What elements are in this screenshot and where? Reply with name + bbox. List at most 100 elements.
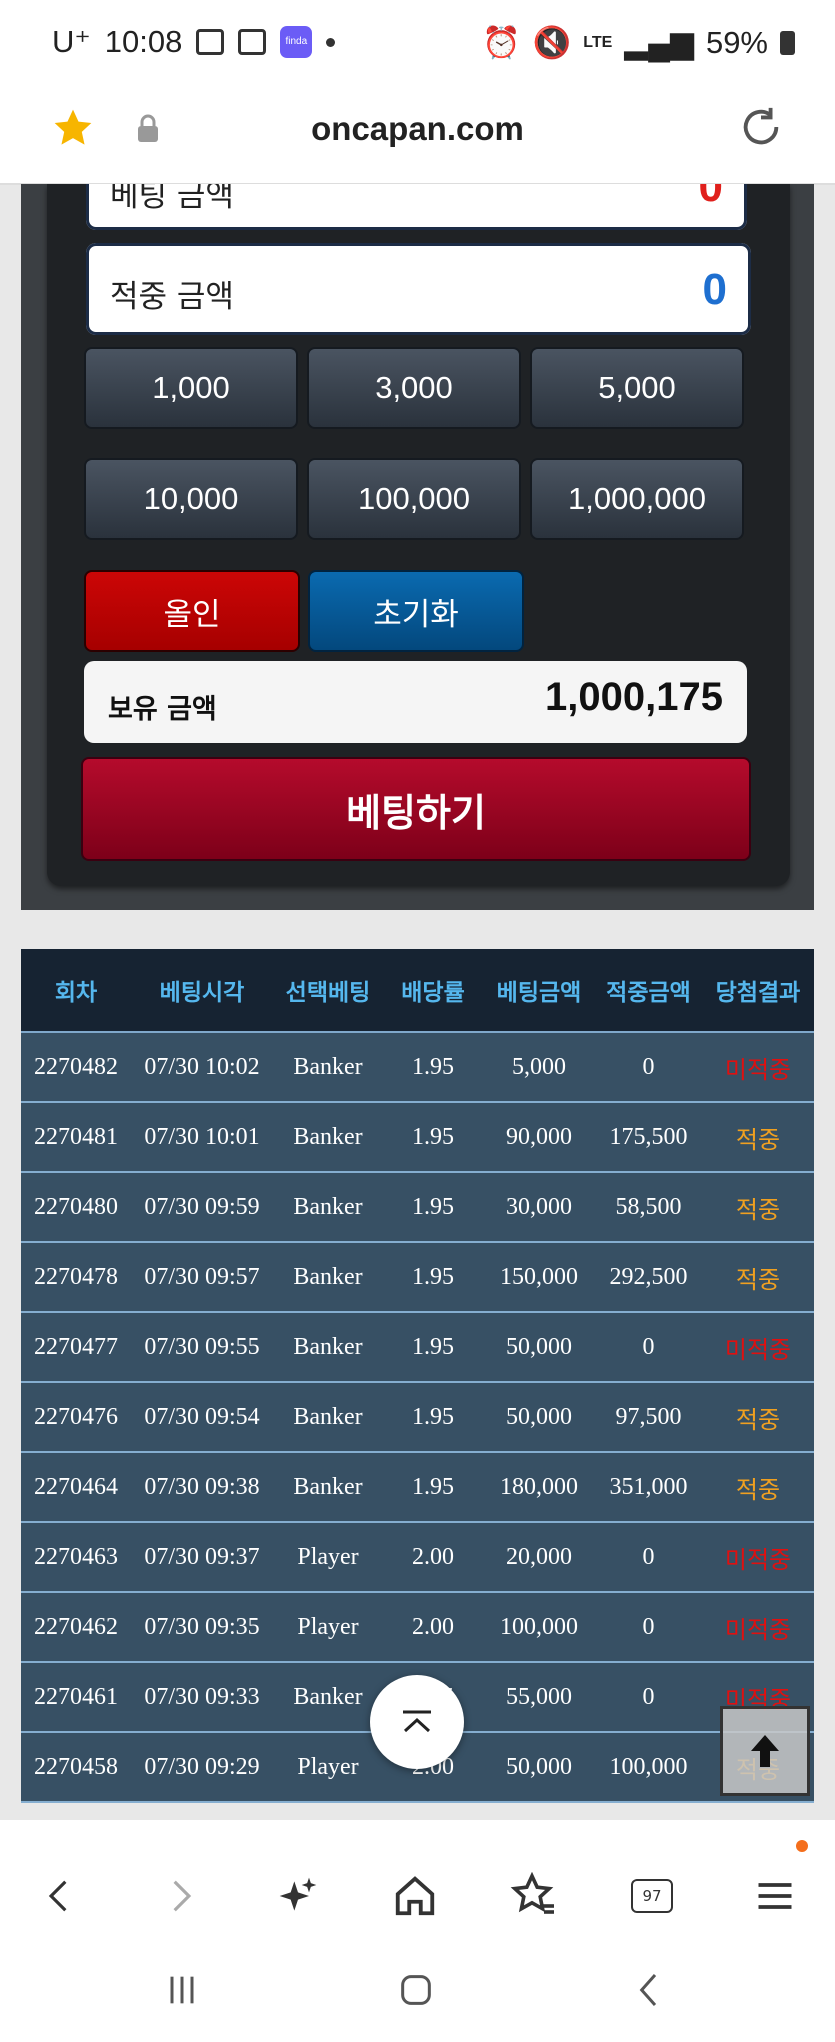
table-cell: Player [297,1613,359,1640]
table-cell: 적중 [735,1265,781,1294]
chip-5000-button[interactable]: 5,000 [530,347,744,429]
table-cell: 5,000 [512,1053,566,1080]
chevron-up-icon [403,1710,431,1733]
table-cell: Banker [293,1403,363,1430]
table-cell: 55,000 [506,1683,572,1710]
table-cell: 50,000 [506,1753,572,1780]
win-amount-box: 적중 금액 0 [86,243,751,335]
table-cell: 2.00 [412,1543,454,1570]
table-cell: 07/30 09:59 [144,1193,260,1220]
chip-100000-button[interactable]: 100,000 [307,458,521,540]
table-cell: 100,000 [609,1753,688,1780]
table-cell: 58,500 [615,1193,682,1220]
table-cell: 1.95 [412,1053,454,1080]
home-icon[interactable] [392,1872,438,1920]
url-text-overlay: oncapan.com [311,110,524,147]
chip-3000-button[interactable]: 3,000 [307,347,521,429]
table-cell: Banker [293,1333,363,1360]
table-cell: 2270462 [34,1613,118,1640]
reload-icon[interactable] [738,104,784,150]
notification-dot-icon [326,37,336,47]
place-bet-button[interactable]: 베팅하기 [81,757,751,861]
back-to-top-button[interactable] [720,1706,810,1796]
battery-icon [780,30,795,55]
table-cell: 1.95 [412,1193,454,1220]
bookmark-star-icon[interactable] [50,106,96,150]
table-row: 2270482 07/30 10:02 Banker 1.95 5,000 0 미적중 [21,1033,814,1103]
table-cell: 351,000 [609,1473,688,1500]
forward-icon[interactable] [162,1872,200,1920]
table-cell: 0 [642,1333,655,1360]
table-cell: 적중 [735,1475,781,1504]
table-row: 2270480 07/30 09:59 Banker 1.95 30,000 58,500… [21,1173,814,1243]
table-cell: 1.95 [412,1473,454,1500]
table-cell: 50,000 [506,1333,572,1360]
table-cell: 90,000 [506,1123,572,1150]
back-nav-icon[interactable] [628,1970,672,2010]
tabs-button[interactable]: 97 [628,1872,676,1920]
column-header: 베팅시각 [159,980,245,1006]
table-cell: Player [297,1753,359,1780]
table-cell: Player [297,1543,359,1570]
scroll-up-button[interactable] [370,1675,464,1769]
table-row: 2270464 07/30 09:38 Banker 1.95 180,000 351,0… [21,1453,814,1523]
chip-1000000-button[interactable]: 1,000,000 [530,458,744,540]
table-cell: 1.95 [412,1263,454,1290]
status-bar: U⁺ 10:08 finda ⏰ 🔇 LTE ▂▄▆ 59% [0,0,835,88]
recent-apps-icon[interactable] [160,1970,204,2010]
back-icon[interactable] [40,1872,78,1920]
table-cell: 미적중 [724,1055,792,1084]
table-cell: Banker [293,1263,363,1290]
chip-10000-button[interactable]: 10,000 [84,458,298,540]
table-cell: 07/30 10:01 [144,1123,260,1150]
browser-toolbar: 97 [0,1820,835,2042]
table-cell: 2270480 [34,1193,118,1220]
sparkle-icon[interactable] [276,1872,320,1920]
table-cell: 07/30 09:57 [144,1263,260,1290]
reset-button[interactable]: 초기화 [308,570,524,652]
signal-icon: ▂▄▆ [624,24,694,60]
win-amount-value: 0 [702,265,727,314]
battery-label: 59% [705,24,768,60]
table-cell: 50,000 [506,1403,572,1430]
table-row: 2270481 07/30 10:01 Banker 1.95 90,000 175,50… [21,1103,814,1173]
balance-label: 보유 금액 [108,694,217,725]
menu-icon[interactable] [753,1872,797,1920]
table-cell: 07/30 09:37 [144,1543,260,1570]
table-cell: 150,000 [500,1263,578,1290]
win-amount-label: 적중 금액 [110,279,234,315]
table-cell: Banker [293,1473,363,1500]
table-cell: 292,500 [609,1263,688,1290]
table-cell: 180,000 [500,1473,578,1500]
table-cell: 2270458 [34,1753,118,1780]
table-cell: 미적중 [724,1335,792,1364]
table-cell: 0 [642,1613,655,1640]
bookmarks-icon[interactable] [510,1872,558,1920]
table-cell: 30,000 [506,1193,572,1220]
table-cell: 20,000 [506,1543,572,1570]
table-cell: Banker [293,1683,363,1710]
carrier-label: U⁺ [52,24,91,59]
table-row: 2270462 07/30 09:35 Player 2.00 100,000 0 미적중 [21,1593,814,1663]
time-label: 10:08 [104,24,183,59]
table-cell: 0 [642,1683,655,1710]
table-cell: Banker [293,1123,363,1150]
chip-1000-button[interactable]: 1,000 [84,347,298,429]
column-header: 적중금액 [606,980,691,1006]
table-cell: 100,000 [500,1613,578,1640]
all-in-button[interactable]: 올인 [84,570,300,652]
table-cell: 2270477 [34,1333,118,1360]
table-cell: 0 [642,1053,655,1080]
table-cell: 07/30 09:35 [144,1613,260,1640]
table-cell: 07/30 09:33 [144,1683,260,1710]
table-cell: 07/30 09:54 [144,1403,260,1430]
home-nav-icon[interactable] [394,1970,438,2010]
alarm-icon: ⏰ [482,25,521,60]
balance-value: 1,000,175 [545,675,723,719]
column-header: 베팅금액 [496,980,582,1006]
table-cell: 97,500 [615,1403,682,1430]
table-cell: 175,500 [609,1123,688,1150]
table-cell: 2270478 [34,1263,118,1290]
table-cell: 미적중 [724,1615,792,1644]
table-cell: 2270461 [34,1683,118,1710]
